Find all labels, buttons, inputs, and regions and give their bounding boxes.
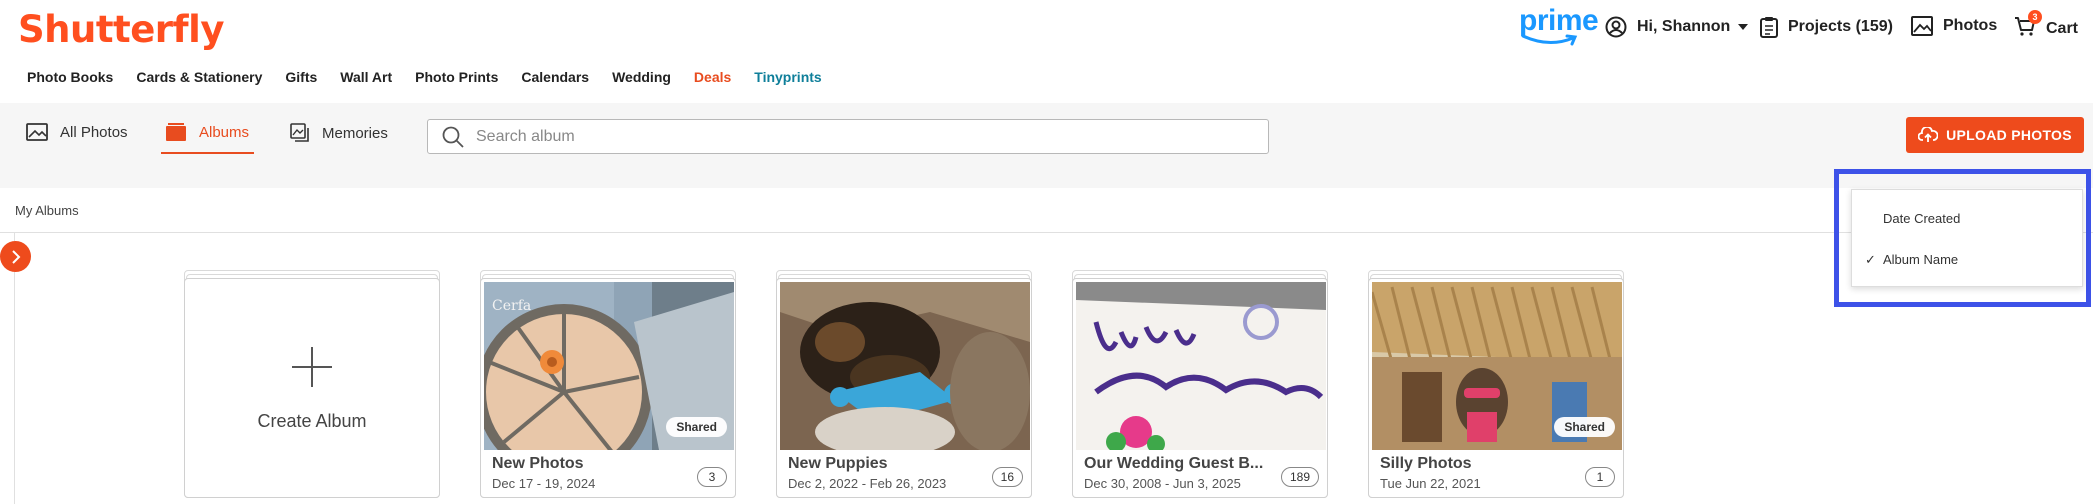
tab-memories-label: Memories [322, 124, 388, 142]
nav-wall-art[interactable]: Wall Art [340, 69, 392, 85]
album-title: New Photos [492, 455, 584, 472]
user-icon [1605, 16, 1627, 38]
nav-photo-prints[interactable]: Photo Prints [415, 69, 498, 85]
prime-logo[interactable]: prime [1519, 4, 1599, 46]
tab-all-photos-label: All Photos [60, 123, 128, 141]
selected-check-icon: ✓ [1865, 252, 1876, 267]
tab-albums[interactable]: Albums [165, 123, 249, 141]
section-divider [0, 232, 2093, 233]
albums-toolbar: All Photos Albums Memories UPLOAD PHOTOS [0, 103, 2093, 188]
memories-icon [290, 123, 309, 142]
photos-icon [26, 123, 48, 141]
album-card-body: Cerfa Shared New Photos Dec 17 - 19, 202… [480, 278, 736, 498]
nav-wedding[interactable]: Wedding [612, 69, 671, 85]
main-nav: Photo Books Cards & Stationery Gifts Wal… [27, 69, 845, 85]
plus-icon [292, 346, 332, 387]
cart-label: Cart [2046, 19, 2079, 37]
section-title: My Albums [15, 203, 79, 218]
nav-cards-stationery[interactable]: Cards & Stationery [136, 69, 262, 85]
album-date-range: Tue Jun 22, 2021 [1380, 476, 1481, 491]
nav-tinyprints[interactable]: Tinyprints [754, 69, 821, 85]
create-album-label: Create Album [257, 410, 367, 431]
projects-link[interactable]: Projects (159) [1760, 16, 1893, 38]
shared-badge: Shared [666, 417, 727, 437]
prime-smile-icon [1521, 34, 1578, 46]
album-card[interactable]: Our Wedding Guest B... Dec 30, 2008 - Ju… [1072, 270, 1328, 498]
album-cover-image [1076, 282, 1326, 450]
caret-down-icon [1738, 24, 1749, 30]
album-date-range: Dec 17 - 19, 2024 [492, 476, 596, 491]
shared-badge: Shared [1554, 417, 1615, 437]
nav-photo-books[interactable]: Photo Books [27, 69, 113, 85]
photo-count-badge: 3 [697, 467, 727, 487]
search-box[interactable] [427, 119, 1269, 154]
photo-count-badge: 1 [1585, 467, 1615, 487]
tab-albums-label: Albums [199, 123, 250, 141]
album-icon [166, 123, 186, 141]
active-tab-underline [161, 152, 254, 154]
shutterfly-logo[interactable]: Shutterfly [18, 8, 224, 51]
create-album-body: Create Album [184, 278, 440, 498]
photo-count-badge: 16 [991, 467, 1023, 487]
sort-option-date-created[interactable]: Date Created [1883, 211, 1960, 226]
clipboard-icon [1760, 17, 1778, 38]
nav-calendars[interactable]: Calendars [521, 69, 589, 85]
album-title: Silly Photos [1380, 455, 1472, 472]
cart-link[interactable]: 3 Cart [2014, 10, 2079, 41]
album-title: Our Wedding Guest B... [1084, 455, 1264, 472]
nav-gifts[interactable]: Gifts [285, 69, 317, 85]
album-card-body: New Puppies Dec 2, 2022 - Feb 26, 2023 1… [776, 278, 1032, 498]
account-menu[interactable]: Hi, Shannon [1605, 16, 1749, 38]
tab-memories[interactable]: Memories [290, 123, 388, 143]
nav-deals[interactable]: Deals [694, 69, 731, 85]
photos-icon [1911, 16, 1933, 36]
projects-label: Projects (159) [1788, 18, 1893, 35]
cart-count-badge: 3 [2028, 10, 2042, 24]
album-thumbnail [1076, 282, 1326, 450]
search-icon [442, 126, 464, 148]
album-cover-image [780, 282, 1030, 450]
album-title: New Puppies [788, 455, 888, 472]
create-album-card[interactable]: Create Album [184, 270, 440, 498]
chevron-right-icon [11, 249, 20, 264]
sidebar-toggle-button[interactable] [0, 241, 31, 272]
sidebar-divider [14, 233, 15, 504]
album-card[interactable]: New Puppies Dec 2, 2022 - Feb 26, 2023 1… [776, 270, 1032, 498]
cart-icon-wrap: 3 [2014, 10, 2046, 41]
album-card[interactable]: Cerfa Shared New Photos Dec 17 - 19, 202… [480, 270, 736, 498]
sort-option-album-name[interactable]: Album Name [1883, 252, 1958, 267]
search-input[interactable] [476, 127, 1236, 146]
photos-link[interactable]: Photos [1911, 16, 1997, 36]
photo-count-badge: 189 [1280, 467, 1319, 487]
account-label: Hi, Shannon [1637, 18, 1731, 35]
album-card-body: Our Wedding Guest B... Dec 30, 2008 - Ju… [1072, 278, 1328, 498]
svg-text:Cerfa: Cerfa [492, 298, 531, 314]
album-date-range: Dec 30, 2008 - Jun 3, 2025 [1084, 476, 1241, 491]
album-date-range: Dec 2, 2022 - Feb 26, 2023 [788, 476, 947, 491]
sort-menu: Date Created ✓ Album Name [1851, 189, 2083, 287]
photos-label: Photos [1943, 17, 1998, 34]
album-thumbnail [780, 282, 1030, 450]
album-card[interactable]: Shared Silly Photos Tue Jun 22, 2021 1 [1368, 270, 1624, 498]
prime-text: prime [1519, 4, 1599, 37]
tab-all-photos[interactable]: All Photos [26, 123, 128, 141]
upload-photos-button[interactable]: UPLOAD PHOTOS [1906, 117, 2084, 153]
cloud-upload-icon [1918, 127, 1939, 142]
upload-photos-label: UPLOAD PHOTOS [1946, 127, 2072, 143]
album-card-body: Shared Silly Photos Tue Jun 22, 2021 1 [1368, 278, 1624, 498]
